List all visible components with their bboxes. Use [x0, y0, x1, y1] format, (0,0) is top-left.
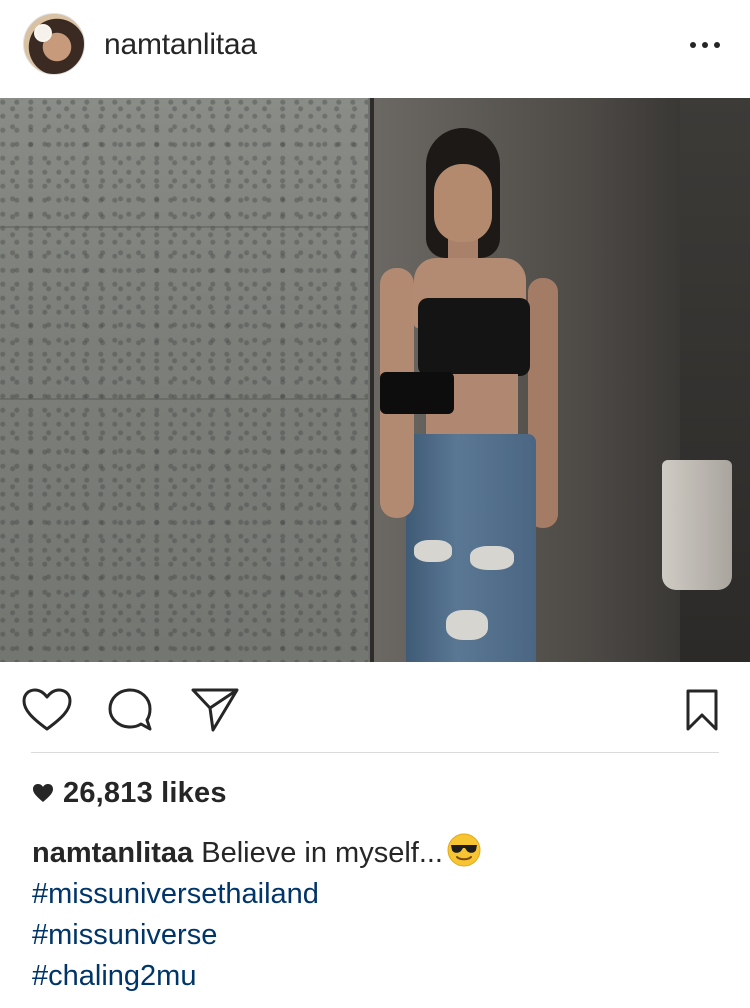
comment-bubble-icon[interactable]: [104, 684, 156, 736]
more-options-icon[interactable]: [690, 40, 720, 50]
likes-row[interactable]: 26,813 likes: [32, 776, 227, 810]
caption-text: Believe in myself...: [201, 837, 443, 869]
heart-filled-icon: [33, 784, 53, 802]
post-username[interactable]: namtanlitaa: [104, 28, 257, 62]
caption: namtanlitaa Believe in myself... #missun…: [32, 832, 732, 997]
hashtag-link[interactable]: #missuniversethailand: [32, 874, 732, 915]
avatar[interactable]: [23, 13, 85, 75]
divider: [31, 752, 719, 753]
more-dot: [702, 42, 708, 48]
more-dot: [714, 42, 720, 48]
face: [434, 164, 492, 242]
person-figure: [378, 128, 578, 662]
marble-wall: [0, 98, 368, 662]
jeans-rip: [414, 540, 452, 562]
sunglasses-emoji-icon: [447, 833, 481, 867]
wall-seam: [0, 226, 368, 228]
jeans-rip: [470, 546, 514, 570]
heart-outline-icon[interactable]: [21, 684, 73, 736]
hashtag-link[interactable]: #missuniverse: [32, 915, 732, 956]
phone: [380, 372, 454, 414]
post-header: namtanlitaa: [0, 0, 750, 98]
caption-line: namtanlitaa Believe in myself...: [32, 832, 732, 874]
crop-top: [418, 298, 530, 376]
caption-username[interactable]: namtanlitaa: [32, 837, 193, 869]
direct-share-icon[interactable]: [189, 684, 241, 736]
action-bar: [0, 662, 750, 754]
door-edge: [370, 98, 374, 662]
more-dot: [690, 42, 696, 48]
post-photo[interactable]: [0, 98, 750, 662]
jeans-rip: [446, 610, 488, 640]
ripped-jeans: [406, 434, 536, 662]
flower-icon: [36, 26, 50, 40]
likes-count[interactable]: 26,813 likes: [63, 777, 227, 810]
hashtag-link[interactable]: #chaling2mu: [32, 956, 732, 997]
planter: [662, 460, 732, 590]
bookmark-icon[interactable]: [676, 684, 728, 736]
wall-seam: [0, 398, 368, 400]
